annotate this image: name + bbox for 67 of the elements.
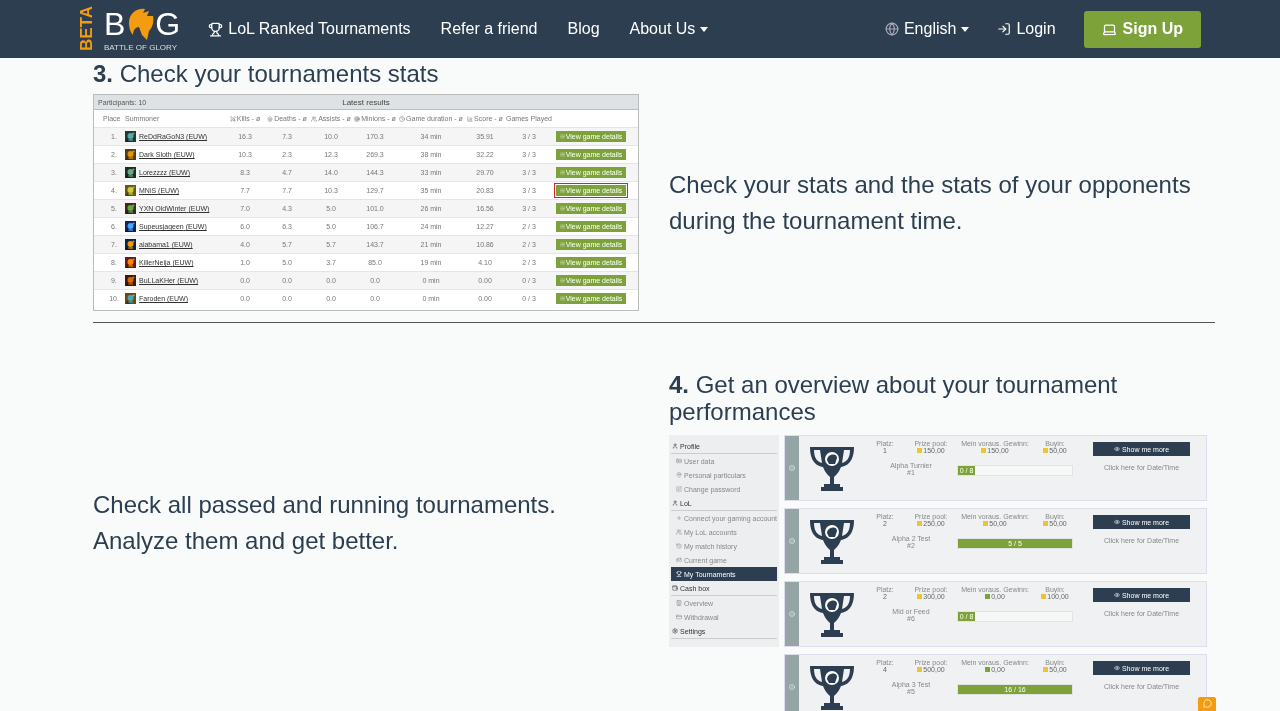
users-icon [311,115,318,122]
list-icon [559,260,565,265]
nav-link[interactable]: About Us [629,20,709,38]
trophy-drawing [807,590,857,638]
coin-icon [1043,448,1049,453]
eye-icon [1113,519,1120,525]
info-icon [789,684,795,690]
nav-link[interactable]: LoL Ranked Tournaments [208,20,411,38]
coin-icon [917,594,923,599]
list-icon [559,242,565,247]
info-icon [789,465,795,471]
logo-tagline: BATTLE OF GLORY [104,42,178,52]
coin-icon [917,448,923,453]
list-icon [559,170,565,175]
chat-button[interactable] [1198,697,1216,711]
coin-icon [917,521,923,526]
trophy-drawing [807,517,857,565]
list-icon [559,134,565,139]
list-icon [559,152,565,157]
user-icon [672,500,678,506]
section-heading: 4. Get an overview about your tournament performances [669,371,1119,425]
login-link[interactable]: Login [997,20,1056,38]
nav-link[interactable]: Refer a friend [440,20,538,38]
coin-icon [1043,521,1049,526]
logo-letter: B [104,7,126,40]
list-icon [559,206,565,211]
globe-icon [884,22,899,36]
list-icon [559,224,565,229]
trophy-drawing [807,444,857,492]
caret-icon [961,26,970,32]
eye-icon [1113,665,1120,671]
cash-icon [985,667,991,672]
user-icon [672,443,678,449]
coin-icon [981,448,987,453]
language-dropdown[interactable]: English [884,20,970,38]
chat-icon [1202,699,1212,708]
section-text: Check your stats and the stats of your opponents during the tournament time. [669,169,1192,236]
coin-icon [983,521,989,526]
info-icon [789,538,795,544]
laptop-icon [1101,21,1117,37]
list-icon [559,278,565,283]
edit-icon [676,486,682,492]
logo-letter: G [155,7,181,40]
settings-icon [672,628,678,634]
users-icon [676,529,682,535]
beta-label: BETA [78,6,96,52]
trophy-icon [676,571,682,577]
cash-icon [985,594,991,599]
coin-icon [917,667,923,672]
caret-icon [700,26,709,32]
coin-icon [1043,667,1049,672]
list-icon [559,188,565,193]
clock-icon [399,115,406,122]
trophy-drawing [807,663,857,711]
section-text: Check all passed and running tournaments. Analyze them and get better. [93,490,557,556]
trophy-icon [208,21,224,37]
login-icon [997,22,1012,36]
nav-link[interactable]: Blog [567,20,600,38]
info-icon [789,611,795,617]
bar-chart-icon [467,115,474,122]
list-icon [559,296,565,301]
table-title: Latest results [342,97,390,107]
section-heading: 3. Check your tournaments stats [93,60,440,87]
eye-icon [1113,592,1120,598]
swords-icon [229,115,236,122]
eye-icon [1113,446,1120,452]
coin-icon [1041,594,1047,599]
